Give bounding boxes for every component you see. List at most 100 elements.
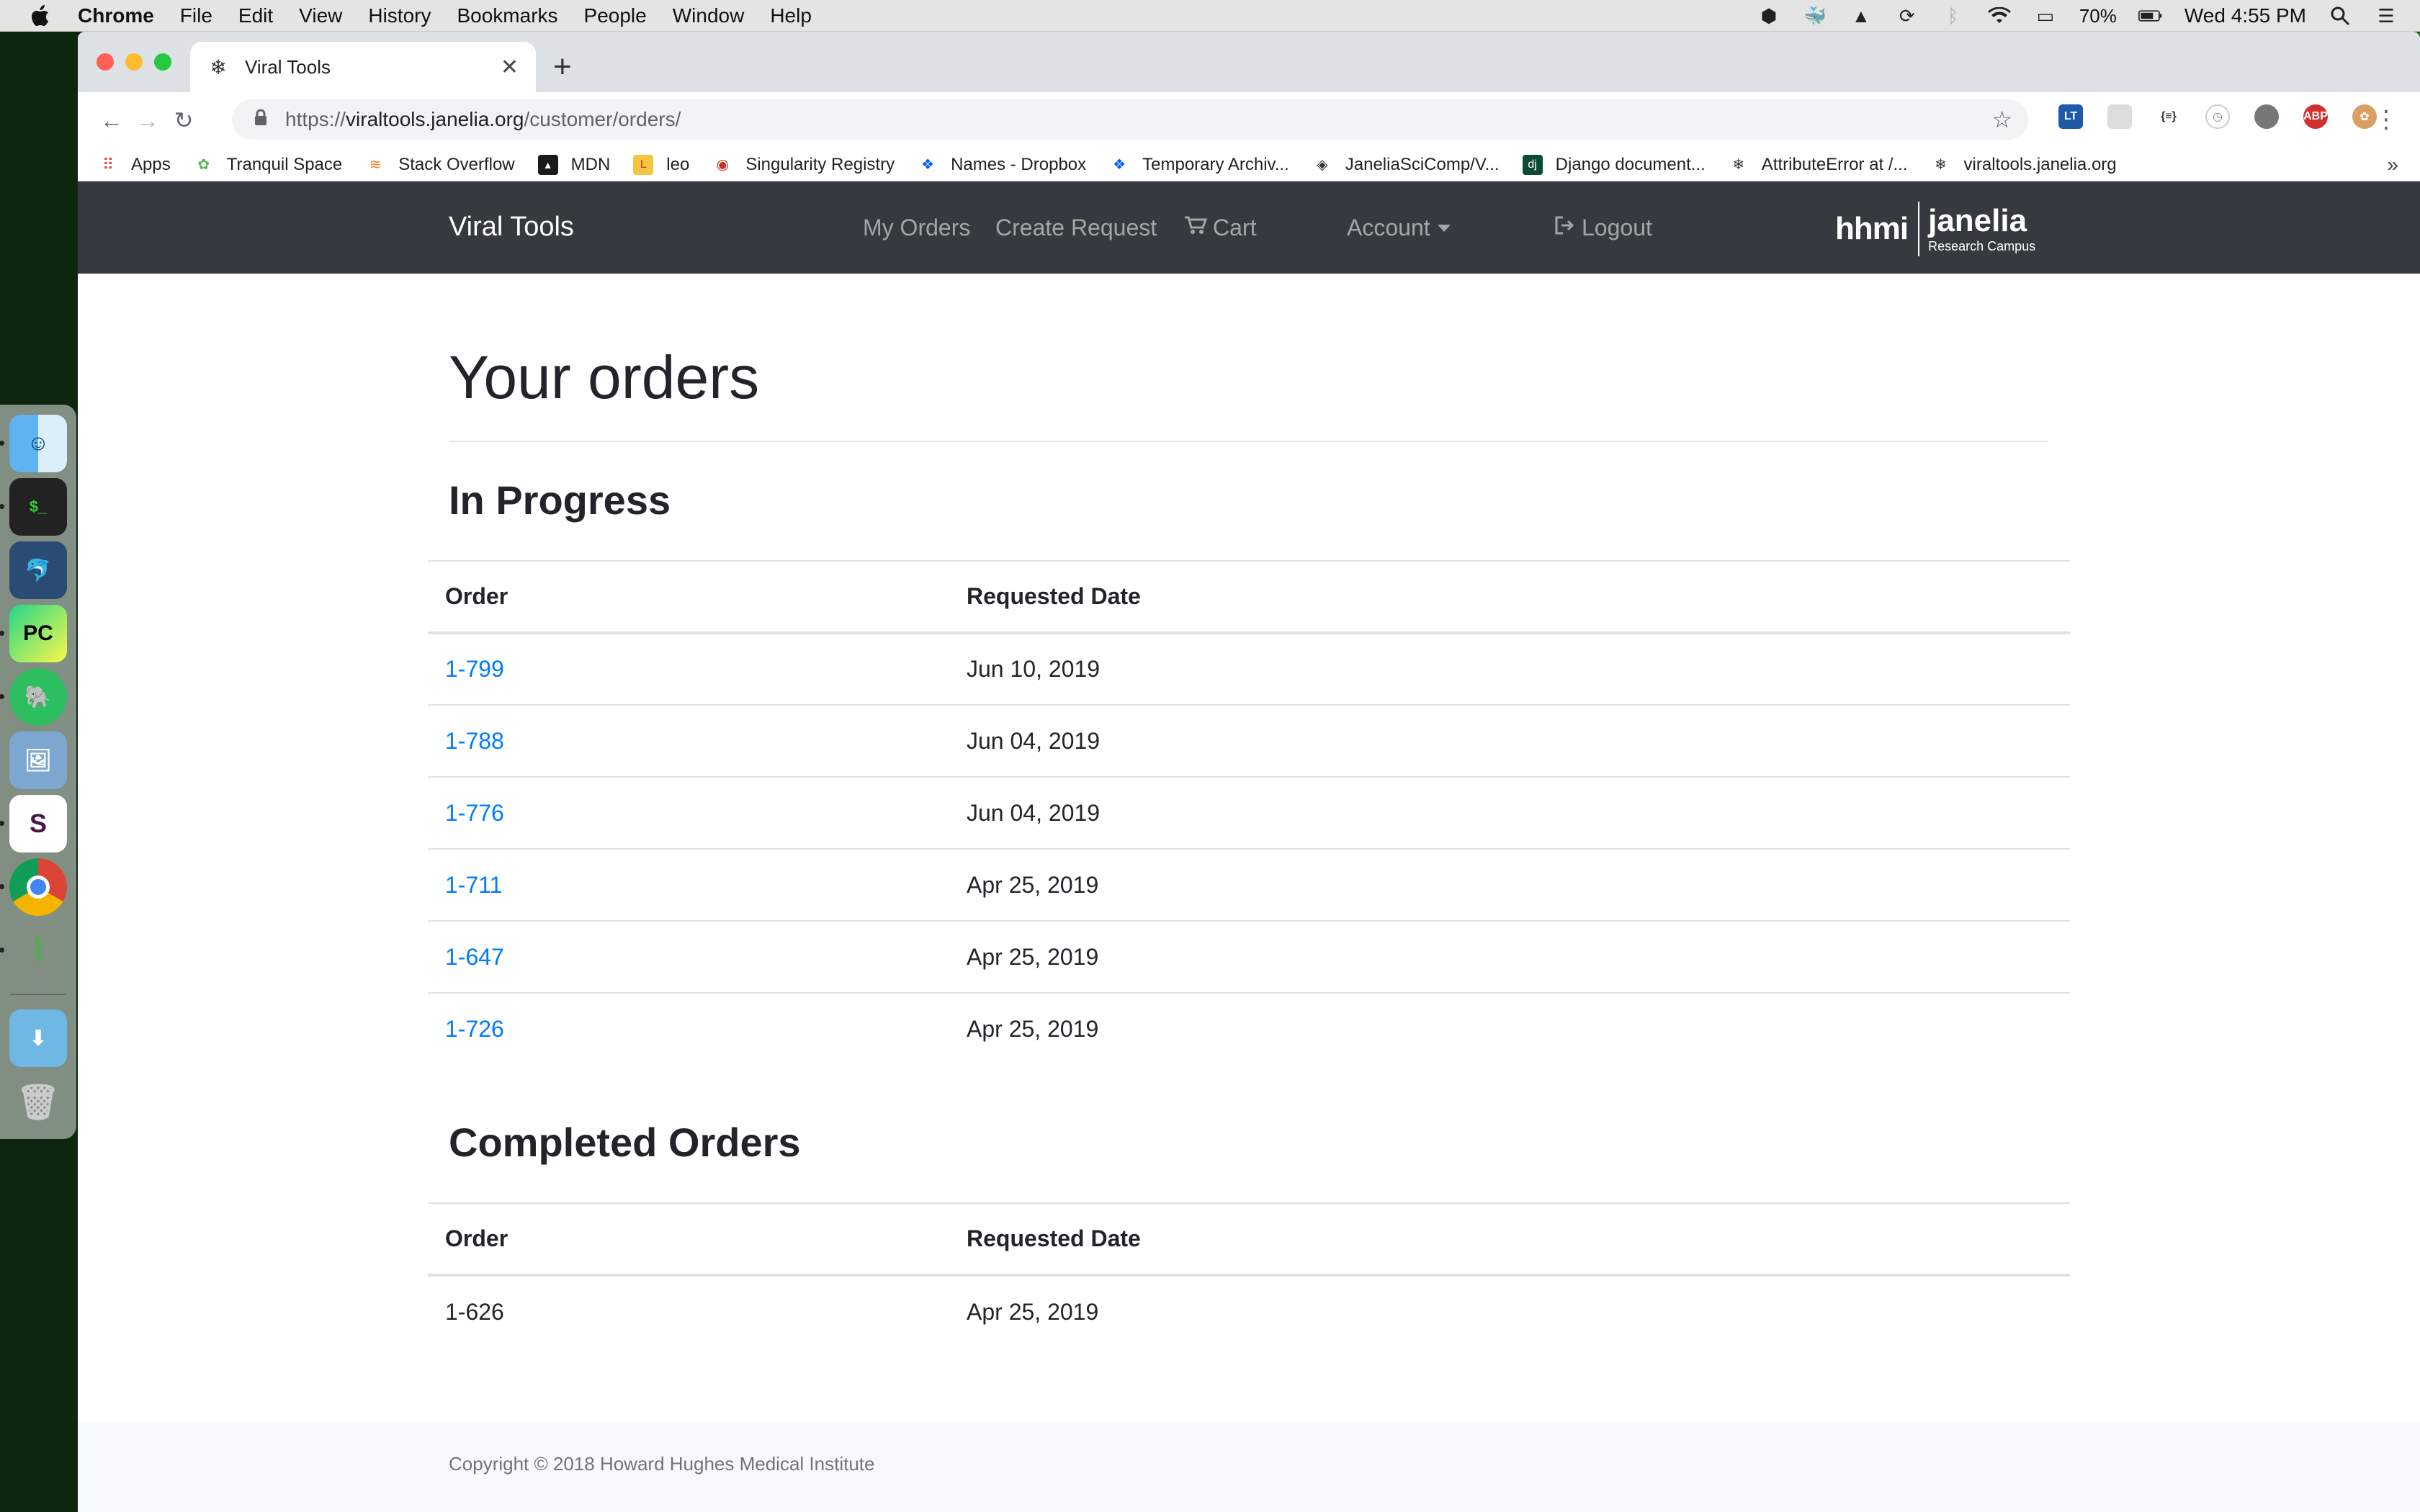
battery-icon[interactable] xyxy=(2138,5,2163,27)
spotlight-search-icon[interactable] xyxy=(2328,5,2352,27)
order-link[interactable]: 1-776 xyxy=(445,800,504,826)
bookmark-singularity-registry[interactable]: ◉ Singularity Registry xyxy=(712,155,895,175)
json-extension-icon[interactable]: {≡} xyxy=(2156,104,2181,129)
bookmark-tranquil-space[interactable]: ✿ Tranquil Space xyxy=(194,154,343,175)
order-link[interactable]: 1-711 xyxy=(445,872,502,898)
menu-history[interactable]: History xyxy=(368,4,431,27)
bookmark-names-dropbox[interactable]: ❖ Names - Dropbox xyxy=(918,155,1086,175)
zoom-window-button[interactable] xyxy=(154,53,171,71)
order-link[interactable]: 1-647 xyxy=(445,944,504,970)
hhmi-janelia-logo[interactable]: hhmi janelia Research Campus xyxy=(1835,199,2035,259)
order-link[interactable]: 1-726 xyxy=(445,1016,504,1042)
address-bar[interactable]: https://viraltools.janelia.org/customer/… xyxy=(232,99,2028,140)
order-link[interactable]: 1-799 xyxy=(445,656,504,682)
shopping-cart-icon xyxy=(1184,215,1208,241)
bookmark-label: viraltools.janelia.org xyxy=(1963,154,2117,174)
dropbox-icon: ❖ xyxy=(921,157,935,173)
preview-icon[interactable]: 🖼 xyxy=(9,732,67,789)
nav-create-request[interactable]: Create Request xyxy=(995,215,1157,241)
bookmark-label: Stack Overflow xyxy=(398,154,515,174)
wifi-icon[interactable] xyxy=(1987,5,2012,27)
clock[interactable]: Wed 4:55 PM xyxy=(2184,4,2306,27)
cookie-extension-icon[interactable]: ✿ xyxy=(2352,104,2377,129)
close-tab-icon[interactable]: ✕ xyxy=(501,55,519,80)
cube-icon[interactable]: ⬢ xyxy=(1757,5,1781,27)
table-row: 1-711 Apr 25, 2019 xyxy=(428,849,2070,922)
logo-divider xyxy=(1918,202,1920,256)
extensions-row: LT {≡} ◷ ABP ✿ xyxy=(2058,102,2420,131)
bookmark-janeliascicomp[interactable]: ◈ JaneliaSciComp/V... xyxy=(1312,155,1500,175)
mysql-workbench-icon[interactable]: 🐬 xyxy=(9,541,67,599)
nav-my-orders[interactable]: My Orders xyxy=(863,215,970,241)
lt-extension-icon[interactable]: LT xyxy=(2058,104,2083,129)
airplay-icon[interactable]: ▭ xyxy=(2033,5,2058,27)
adblock-extension-icon[interactable]: ABP xyxy=(2303,104,2328,129)
nav-link-label: My Orders xyxy=(863,215,971,240)
bookmark-temporary-archive[interactable]: ❖ Temporary Archiv... xyxy=(1109,155,1289,175)
evernote-icon[interactable]: 🐘 xyxy=(0,668,67,726)
bookmark-mdn[interactable]: ▲ MDN xyxy=(537,154,610,175)
menu-bookmarks[interactable]: Bookmarks xyxy=(457,4,557,27)
in-progress-orders-table: Order Requested Date 1-799 Jun 10, 2019 … xyxy=(428,560,2070,1065)
docker-icon[interactable]: 🐳 xyxy=(1803,5,1827,27)
dock-separator xyxy=(10,994,66,995)
site-brand[interactable]: Viral Tools xyxy=(449,212,574,243)
trash-icon[interactable]: 🗑 xyxy=(9,1073,67,1130)
menu-window[interactable]: Window xyxy=(673,4,745,27)
menu-app-name[interactable]: Chrome xyxy=(78,4,154,27)
back-arrow-icon[interactable]: ← xyxy=(94,102,130,138)
menu-people[interactable]: People xyxy=(584,4,647,27)
requested-date: Jun 04, 2019 xyxy=(949,705,2070,778)
pycharm-icon[interactable]: PC xyxy=(0,605,67,662)
nav-logout[interactable]: Logout xyxy=(1554,215,1652,241)
menu-file[interactable]: File xyxy=(180,4,212,27)
menu-view[interactable]: View xyxy=(299,4,342,27)
bookmarks-overflow-button[interactable]: » xyxy=(2387,153,2398,176)
apple-logo-icon[interactable] xyxy=(24,0,56,32)
bookmark-label: Temporary Archiv... xyxy=(1142,154,1289,174)
timer-extension-icon[interactable]: ◷ xyxy=(2205,104,2230,129)
nav-account-dropdown[interactable]: Account xyxy=(1347,215,1451,241)
diamond-icon: ◈ xyxy=(1317,157,1328,173)
notification-center-icon[interactable]: ☰ xyxy=(2374,5,2398,27)
order-link[interactable]: 1-788 xyxy=(445,728,504,754)
bookmark-label: Tranquil Space xyxy=(226,154,343,174)
forward-arrow-icon[interactable]: → xyxy=(130,102,166,138)
bookmark-leo[interactable]: L leo xyxy=(633,154,689,175)
close-window-button[interactable] xyxy=(97,53,114,71)
menu-edit[interactable]: Edit xyxy=(238,4,273,27)
stack-overflow-icon: ≋ xyxy=(369,157,382,173)
chrome-icon[interactable] xyxy=(0,858,67,916)
new-tab-button[interactable]: + xyxy=(553,49,572,85)
finder-icon[interactable]: ☺ xyxy=(0,415,67,472)
bookmark-star-icon[interactable]: ☆ xyxy=(1991,106,2012,133)
column-header-order: Order xyxy=(428,1202,949,1277)
bookmark-attributeerror[interactable]: ❄ AttributeError at /... xyxy=(1729,155,1907,175)
bookmark-apps[interactable]: ⠿ Apps xyxy=(98,155,171,175)
grid-extension-icon[interactable] xyxy=(2107,104,2132,129)
chrome-menu-icon[interactable]: ⋮ xyxy=(2374,105,2398,134)
slack-icon[interactable]: S xyxy=(0,795,67,852)
drive-icon[interactable]: ▲ xyxy=(1849,5,1873,27)
bookmark-viraltools[interactable]: ❄ viraltools.janelia.org xyxy=(1931,155,2117,175)
terminal-icon[interactable]: $_ xyxy=(0,478,67,536)
sync-icon[interactable]: ⟳ xyxy=(1895,5,1919,27)
bluetooth-icon[interactable]: ᛒ xyxy=(1941,5,1966,27)
minimize-window-button[interactable] xyxy=(125,53,143,71)
browser-tab[interactable]: ❄ Viral Tools ✕ xyxy=(190,42,536,92)
reload-icon[interactable]: ↻ xyxy=(166,102,202,138)
menu-help[interactable]: Help xyxy=(770,4,812,27)
in-progress-heading: In Progress xyxy=(449,477,671,523)
apps-grid-icon: ⠿ xyxy=(102,155,115,174)
downloads-folder-icon[interactable]: ⬇ xyxy=(9,1009,67,1067)
macos-dock: ☺ $_ 🐬 PC 🐘 🖼 S ⌇ ⬇ 🗑 xyxy=(0,405,76,1139)
bookmark-stack-overflow[interactable]: ≋ Stack Overflow xyxy=(365,154,515,175)
bookmark-label: Names - Dropbox xyxy=(951,154,1087,174)
nav-cart[interactable]: Cart xyxy=(1184,215,1256,241)
requested-date: Apr 25, 2019 xyxy=(949,849,2070,922)
url-path: /customer/orders/ xyxy=(524,108,681,130)
bookmark-django-docs[interactable]: dj Django document... xyxy=(1522,154,1706,175)
browser-toolbar: ← → ↻ https://viraltools.janelia.org/cus… xyxy=(78,92,2420,148)
sourcetree-icon[interactable]: ⌇ xyxy=(0,922,67,979)
circle-extension-icon[interactable] xyxy=(2254,104,2279,129)
